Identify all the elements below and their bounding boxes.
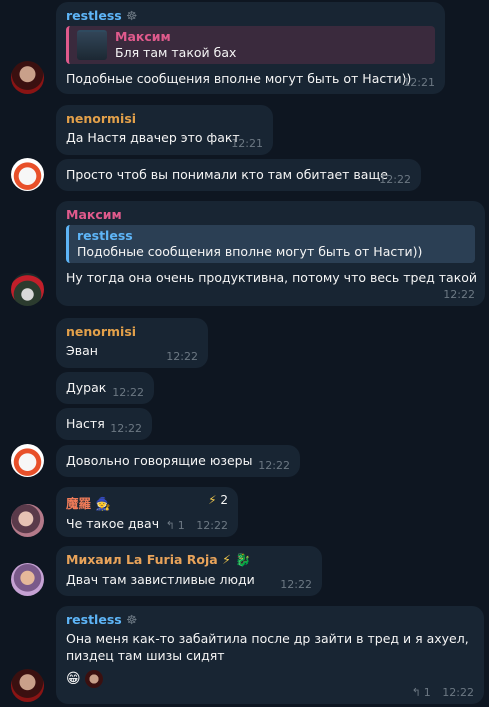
quote-thumbnail: [77, 30, 107, 60]
message-bubble[interactable]: restless ☸ Максим Бля там такой бах Подо…: [56, 2, 445, 94]
reply-arrow-icon: ↰: [165, 519, 175, 532]
message-bubble[interactable]: nenormisi Эван 12:22: [56, 318, 208, 368]
message-bubble[interactable]: Максим restless Подобные сообщения вполн…: [56, 201, 485, 306]
message-time: 12:22: [166, 350, 198, 363]
grin-emoji-icon[interactable]: 😁: [66, 671, 81, 687]
message-time: 12:22: [112, 386, 144, 399]
message-bubble[interactable]: restless ☸ Она меня как-то забайтила пос…: [56, 606, 484, 704]
avatar[interactable]: [11, 444, 44, 477]
sender-name[interactable]: restless ☸: [66, 612, 474, 627]
avatar[interactable]: [11, 563, 44, 596]
avatar[interactable]: [11, 504, 44, 537]
badge-icon: ☸: [126, 612, 138, 627]
quote-text: Подобные сообщения вполне могут быть от …: [77, 244, 423, 259]
badge-icon: ☸: [126, 8, 138, 23]
message-time: 12:22: [258, 459, 290, 472]
message-bubble[interactable]: Михаил La Furia Roja ⚡ 🐉 Двач там завист…: [56, 546, 322, 596]
message-bubble[interactable]: nenormisi Да Настя двачер это факт 12:21: [56, 105, 273, 155]
message-bubble[interactable]: Дурак 12:22: [56, 372, 154, 404]
message-time: 12:22: [442, 686, 474, 699]
reaction-badge[interactable]: ⚡ 2: [208, 493, 228, 507]
message-bubble[interactable]: Настя 12:22: [56, 408, 152, 440]
sender-name[interactable]: restless ☸: [66, 8, 435, 23]
message-time: 12:22: [443, 288, 475, 301]
message-bubble[interactable]: Довольно говорящие юзеры 12:22: [56, 445, 300, 477]
message-text: Довольно говорящие юзеры: [66, 453, 253, 468]
avatar[interactable]: [11, 669, 44, 702]
quote-author: Максим: [115, 29, 171, 44]
wizard-icon: 🧙: [95, 496, 111, 511]
avatar[interactable]: [11, 158, 44, 191]
sender-name[interactable]: Максим: [66, 207, 475, 222]
message-text-line-2: пиздец там шизы сидят: [66, 648, 225, 663]
message-time: 12:22: [110, 422, 142, 435]
message-time: 12:22: [196, 519, 228, 532]
message-time: 12:21: [231, 137, 263, 150]
reply-arrow-icon: ↰: [411, 686, 421, 699]
sender-name[interactable]: 魔羅 🧙: [66, 493, 228, 512]
message-time: 12:21: [403, 76, 435, 89]
message-text: Ну тогда она очень продуктивна, потому ч…: [66, 270, 478, 285]
replies-count[interactable]: ↰ 1: [166, 519, 185, 532]
badge-icon: ⚡ 🐉: [222, 552, 251, 567]
message-text-line-1: Она меня как-то забайтила после др зайти…: [66, 631, 469, 646]
message-bubble[interactable]: 魔羅 🧙 ⚡ 2 Че такое двач ↰ 1 12:22: [56, 487, 238, 537]
message-text: Двач там завистливые люди: [66, 572, 255, 587]
replies-count[interactable]: ↰ 1: [412, 686, 431, 699]
sender-name[interactable]: Михаил La Furia Roja ⚡ 🐉: [66, 552, 312, 568]
message-time-row: ↰ 1 12:22: [412, 686, 474, 699]
message-text: Подобные сообщения вполне могут быть от …: [66, 71, 412, 86]
quote-author: restless: [77, 228, 133, 243]
reply-quote[interactable]: Максим Бля там такой бах: [66, 26, 435, 64]
avatar[interactable]: [11, 61, 44, 94]
reactor-avatar[interactable]: [84, 670, 103, 688]
message-bubble[interactable]: Просто чтоб вы понимали кто там обитает …: [56, 159, 421, 191]
message-time-row: ↰ 1 12:22: [166, 519, 228, 532]
avatar[interactable]: [11, 273, 44, 306]
sender-name[interactable]: nenormisi: [66, 324, 198, 339]
message-text: Просто чтоб вы понимали кто там обитает …: [66, 167, 388, 182]
message-time: 12:22: [280, 578, 312, 591]
reply-quote[interactable]: restless Подобные сообщения вполне могут…: [66, 225, 475, 263]
sender-name[interactable]: nenormisi: [66, 111, 263, 126]
quote-text: Бля там такой бах: [115, 45, 237, 60]
lightning-icon: ⚡: [208, 493, 217, 507]
message-time: 12:22: [379, 173, 411, 186]
